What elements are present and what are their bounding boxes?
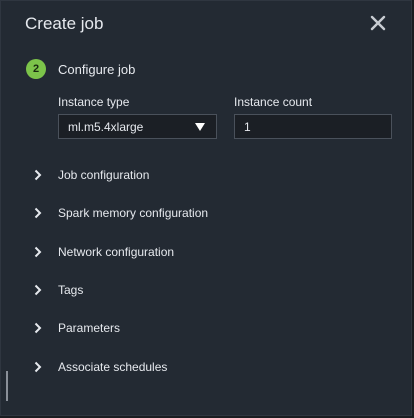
instance-count-input[interactable] <box>234 114 392 139</box>
resize-handle[interactable] <box>6 371 8 401</box>
chevron-right-icon <box>31 168 45 182</box>
dialog-title: Create job <box>25 14 104 33</box>
step-number-badge: 2 <box>26 59 46 79</box>
instance-type-value: ml.m5.4xlarge <box>68 120 144 134</box>
section-network-configuration[interactable]: Network configuration <box>31 242 174 262</box>
dialog-header: Create job <box>25 13 391 35</box>
section-label: Parameters <box>58 321 121 335</box>
chevron-right-icon <box>31 245 45 259</box>
section-label: Job configuration <box>58 168 150 182</box>
chevron-right-icon <box>31 360 45 374</box>
step-indicator: 2 Configure job <box>26 59 135 79</box>
close-icon[interactable] <box>369 14 387 32</box>
section-tags[interactable]: Tags <box>31 280 83 300</box>
section-label: Spark memory configuration <box>58 206 209 220</box>
chevron-right-icon <box>31 321 45 335</box>
section-job-configuration[interactable]: Job configuration <box>31 165 149 185</box>
section-associate-schedules[interactable]: Associate schedules <box>31 357 167 377</box>
instance-type-select[interactable]: ml.m5.4xlarge <box>58 114 217 139</box>
section-spark-memory-configuration[interactable]: Spark memory configuration <box>31 203 208 223</box>
chevron-right-icon <box>31 283 45 297</box>
section-label: Associate schedules <box>58 360 168 374</box>
caret-down-icon <box>195 123 205 131</box>
section-label: Tags <box>58 283 84 297</box>
section-parameters[interactable]: Parameters <box>31 318 120 338</box>
section-label: Network configuration <box>58 245 175 259</box>
step-label: Configure job <box>58 61 136 77</box>
instance-count-label: Instance count <box>234 95 313 109</box>
chevron-right-icon <box>31 206 45 220</box>
instance-type-label: Instance type <box>58 95 130 109</box>
create-job-panel: Create job 2 Configure job Instance type… <box>0 0 412 416</box>
